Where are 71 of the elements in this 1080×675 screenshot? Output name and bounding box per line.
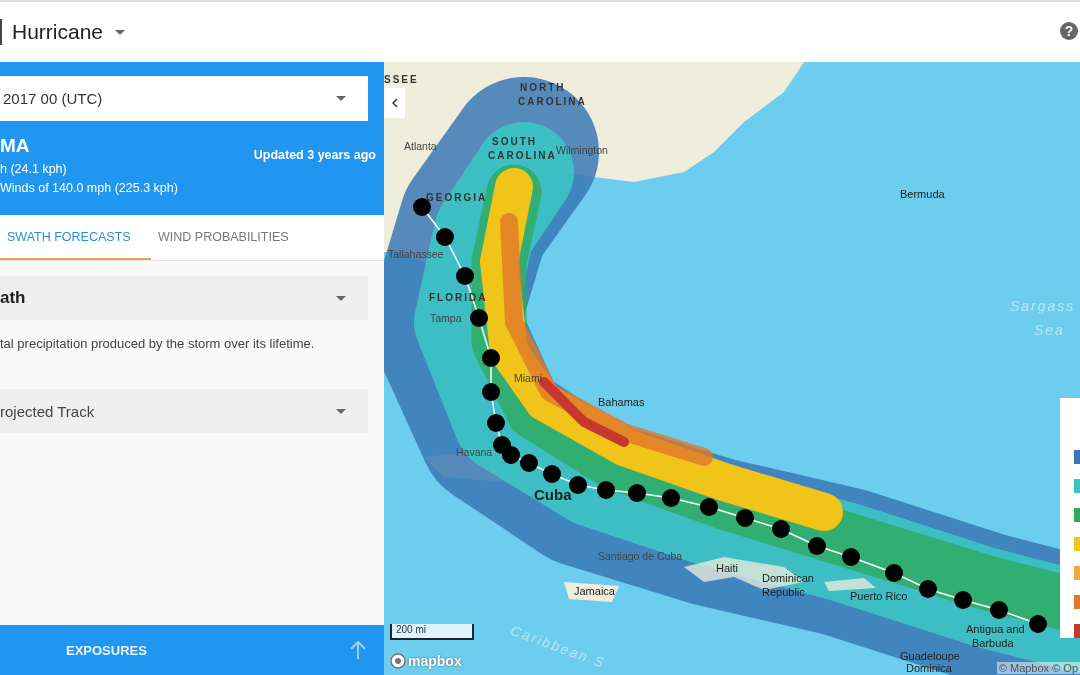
date-dropdown[interactable]: 2017 00 (UTC)	[0, 76, 368, 121]
map-label: Dominica	[906, 662, 952, 674]
map-label: Sea	[1034, 322, 1065, 338]
track-point[interactable]	[919, 580, 937, 598]
map-label: NORTH	[520, 82, 566, 93]
track-point[interactable]	[543, 465, 561, 483]
caret-icon	[336, 96, 346, 101]
mapbox-logo-icon	[390, 653, 406, 669]
caret-icon	[336, 295, 346, 301]
collapse-button[interactable]	[384, 88, 405, 118]
scale-bar: 200 mi	[390, 624, 474, 640]
tab[interactable]: WIND PROBABILITIES	[151, 215, 311, 260]
storm-speed: h (24.1 kph)	[0, 162, 68, 176]
track-dropdown[interactable]: rojected Track	[0, 389, 368, 433]
tab[interactable]: SWATH FORECASTS	[0, 215, 151, 260]
map-label: Atlanta	[404, 140, 437, 152]
track-point[interactable]	[885, 564, 903, 582]
track-point[interactable]	[736, 509, 754, 527]
chevron-left-icon	[391, 98, 398, 108]
map-label: CAROLINA	[488, 150, 557, 161]
island-drawing	[824, 578, 876, 591]
track-point[interactable]	[990, 601, 1008, 619]
track-point[interactable]	[456, 267, 474, 285]
map-attribution[interactable]: © Mapbox © Op	[996, 662, 1080, 674]
storm-name: MA	[0, 135, 31, 157]
map-label: Tampa	[430, 312, 462, 324]
island-drawing	[564, 582, 619, 602]
caret-icon	[336, 408, 346, 414]
track-point[interactable]	[1029, 615, 1047, 633]
track-point[interactable]	[482, 383, 500, 401]
map-label: Puerto Rico	[850, 590, 908, 602]
map-label: Antigua and	[966, 623, 1025, 635]
updated-text: Updated 3 years ago	[253, 148, 376, 164]
map-label: GEORGIA	[426, 192, 488, 203]
storm-winds: Winds of 140.0 mph (225.3 kph)	[0, 181, 178, 195]
arrow-up-icon	[350, 641, 366, 659]
logo-edge	[0, 19, 2, 45]
map-label: Guadeloupe	[900, 650, 960, 662]
map-label: Jamaica	[574, 585, 615, 597]
map-label: SSEE	[384, 74, 419, 85]
map-label: Haiti	[716, 562, 738, 574]
map-label: Republic	[762, 586, 805, 598]
layer-dropdown[interactable]: ath	[0, 276, 368, 320]
track-point[interactable]	[662, 489, 680, 507]
track-point[interactable]	[954, 591, 972, 609]
track-point[interactable]	[808, 537, 826, 555]
map-label: Bahamas	[598, 396, 645, 408]
layer-description: tal precipitation produced by the storm over its lifetime.	[0, 336, 316, 351]
track-point[interactable]	[772, 520, 790, 538]
map-label: Bermuda	[900, 188, 945, 200]
map-label: Sargass	[1010, 298, 1076, 314]
track-point[interactable]	[470, 309, 488, 327]
map-label: Barbuda	[972, 637, 1014, 649]
map-label: Tallahassee	[388, 248, 444, 260]
map-label: SOUTH	[492, 136, 537, 147]
track-point[interactable]	[520, 454, 538, 472]
help-icon[interactable]: ?	[1060, 22, 1078, 40]
caret-icon[interactable]	[115, 29, 126, 35]
map-label: Miami	[514, 372, 542, 384]
app-title[interactable]: Hurricane	[12, 20, 104, 44]
track-point[interactable]	[436, 228, 454, 246]
map-label: Santiago de Cuba	[598, 550, 683, 562]
track-point[interactable]	[842, 548, 860, 566]
track-point[interactable]	[482, 349, 500, 367]
track-point[interactable]	[628, 484, 646, 502]
track-point[interactable]	[597, 481, 615, 499]
track-point[interactable]	[502, 446, 520, 464]
track-point[interactable]	[700, 498, 718, 516]
map-label: Havana	[456, 446, 493, 458]
map-label: Cuba	[534, 486, 572, 503]
track-point[interactable]	[487, 414, 505, 432]
